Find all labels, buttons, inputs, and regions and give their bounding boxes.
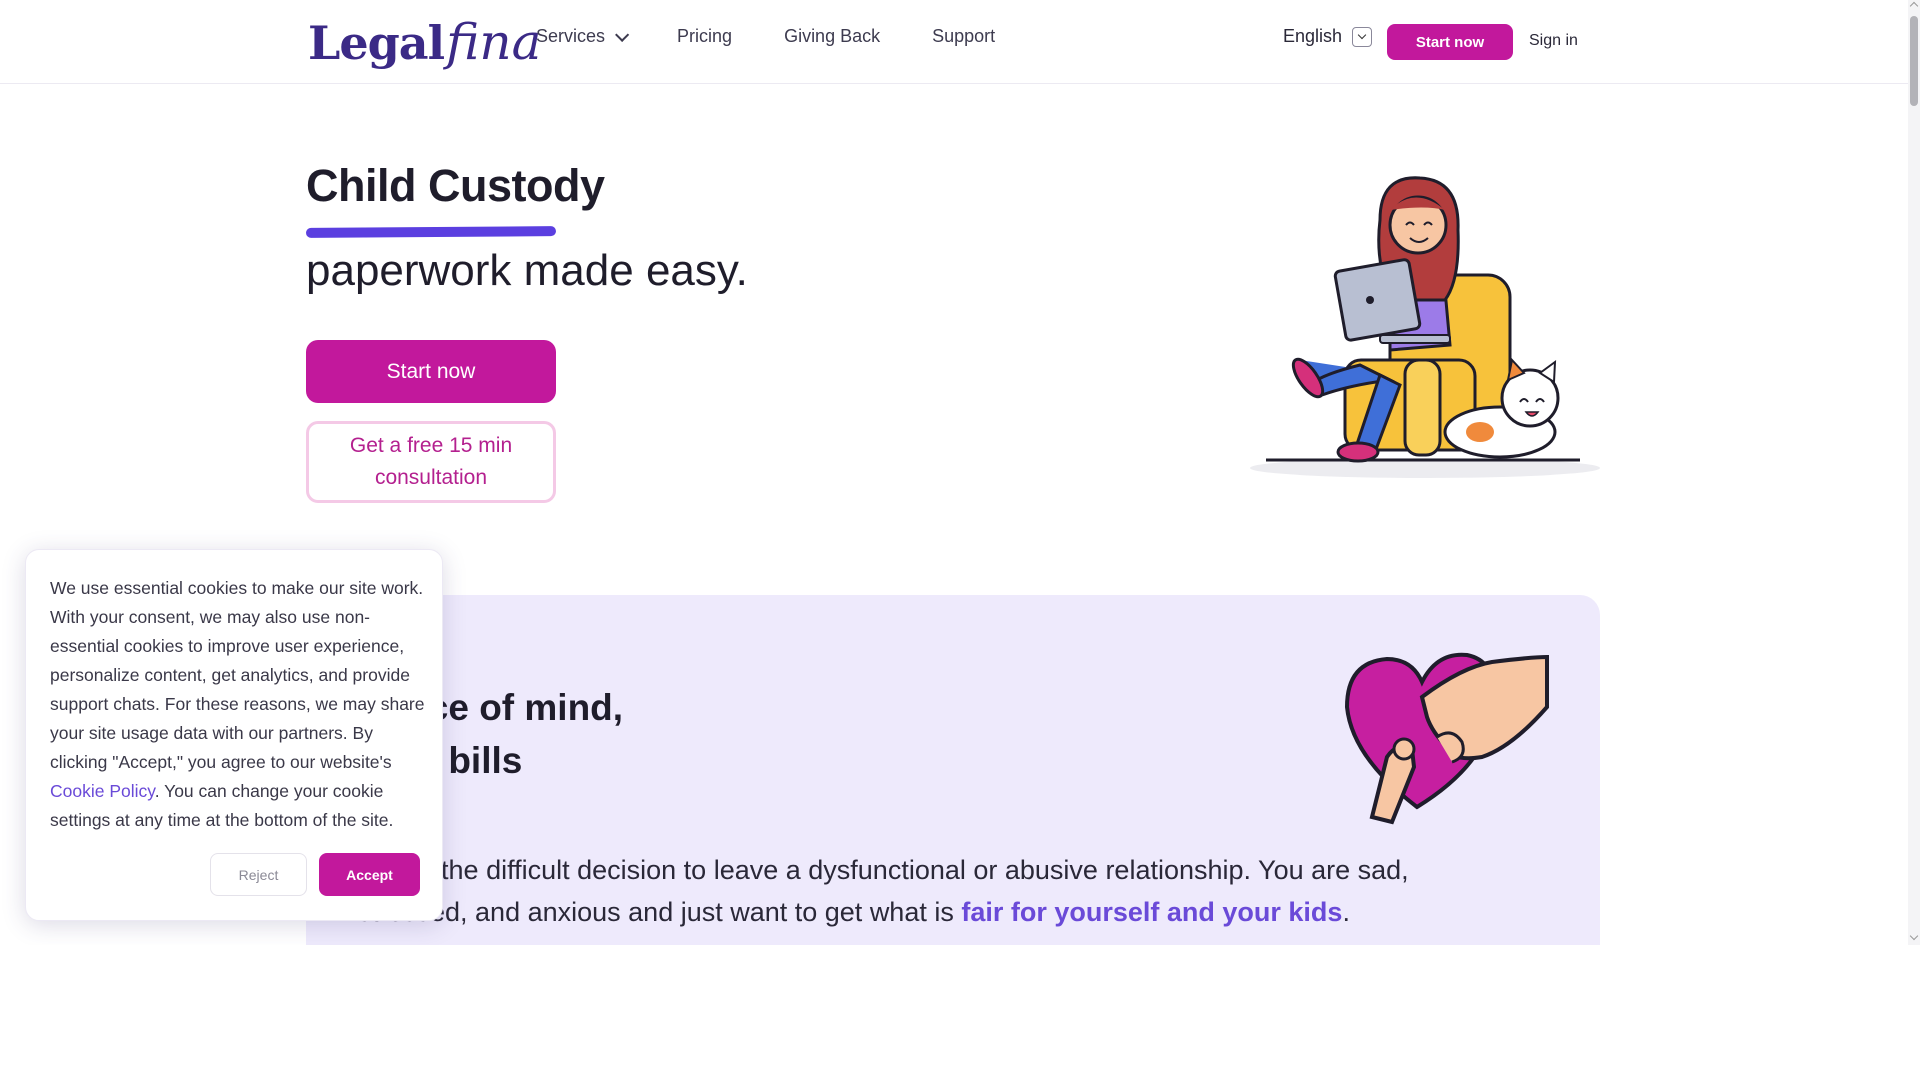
hero-title: Child Custody (306, 160, 605, 211)
consultation-label: Get a free 15 min consultation (350, 430, 512, 494)
language-label: English (1283, 26, 1343, 46)
site-header: Legal fina Services Pricing Giving Back … (0, 0, 1908, 84)
free-consultation-button[interactable]: Get a free 15 min consultation (306, 421, 556, 503)
peace-of-mind-section: peace of mind, egal bills made the diffi… (306, 595, 1600, 945)
paragraph-line-2: stressed, and anxious and just want to g… (358, 897, 962, 927)
cookie-policy-link[interactable]: Cookie Policy (50, 781, 155, 801)
title-underline (305, 226, 557, 238)
reject-cookies-button[interactable]: Reject (210, 853, 307, 896)
page-scrollbar[interactable] (1908, 0, 1920, 945)
cookie-message: We use essential cookies to make our sit… (50, 574, 425, 835)
nav-pricing-label: Pricing (677, 26, 733, 46)
nav-services-label: Services (536, 26, 606, 46)
blank-area (0, 945, 1920, 1080)
logo-text-legal: Legal (308, 16, 445, 70)
scroll-up-arrow-icon[interactable] (1909, 1, 1919, 11)
section-paragraph: made the difficult decision to leave a d… (358, 849, 1558, 933)
heart-hands-illustration (1344, 652, 1549, 825)
cookie-consent-panel: We use essential cookies to make our sit… (25, 549, 443, 921)
cookie-text-start: We use essential cookies to make our sit… (50, 578, 425, 772)
paragraph-highlight: fair for yourself and your kids (961, 897, 1343, 927)
chevron-down-icon (615, 27, 630, 42)
sign-in-link[interactable]: Sign in (1529, 32, 1578, 50)
nav-giving-back-label: Giving Back (784, 26, 881, 46)
nav-pricing[interactable]: Pricing (677, 26, 732, 47)
consultation-line-2: consultation (374, 466, 488, 489)
scroll-down-arrow-icon[interactable] (1909, 931, 1919, 941)
nav-support[interactable]: Support (932, 26, 995, 47)
language-select[interactable]: English (1283, 26, 1373, 47)
paragraph-line-1: made the difficult decision to leave a d… (366, 855, 1409, 885)
nav-services[interactable]: Services (536, 26, 630, 47)
chevron-down-icon (1352, 26, 1373, 47)
hero-start-now-button[interactable]: Start now (306, 340, 556, 403)
header-start-now-button[interactable]: Start now (1387, 24, 1513, 60)
legalfina-logo[interactable]: Legal fina (308, 6, 541, 78)
woman-with-laptop-illustration (1250, 176, 1600, 478)
nav-giving-back[interactable]: Giving Back (784, 26, 880, 47)
logo-text-fina: fina (446, 13, 542, 71)
accept-cookies-button[interactable]: Accept (319, 853, 420, 896)
scrollbar-thumb[interactable] (1910, 16, 1918, 106)
consultation-line-1: Get a free 15 min (349, 434, 513, 457)
main-nav: Services Pricing Giving Back Support (536, 26, 1047, 47)
hero-subtitle: paperwork made easy. (306, 246, 748, 295)
paragraph-end: . (1342, 897, 1350, 927)
page-viewport: Legal fina Services Pricing Giving Back … (0, 0, 1920, 945)
nav-support-label: Support (932, 26, 996, 46)
